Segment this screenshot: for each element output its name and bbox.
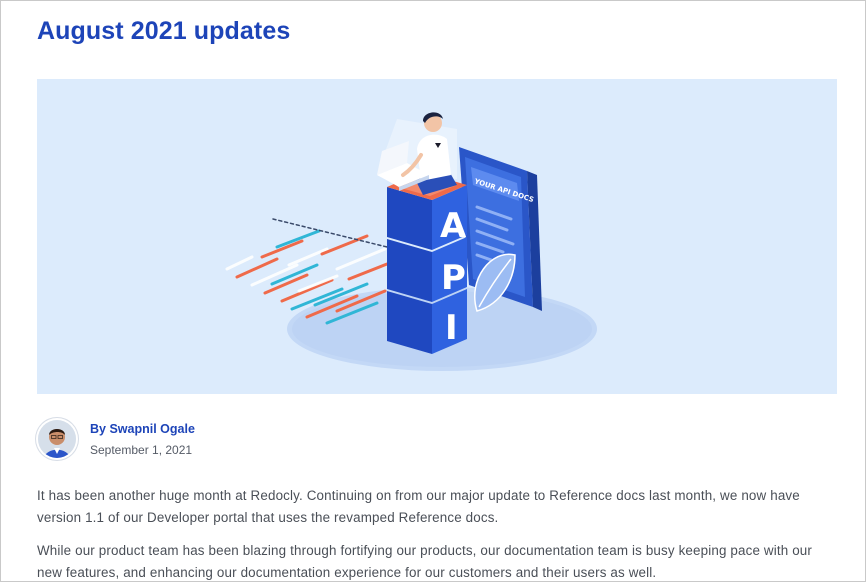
post-title: August 2021 updates <box>37 17 291 45</box>
post-paragraph-2: While our product team has been blazing … <box>37 543 813 580</box>
api-blocks: A P I <box>387 172 467 354</box>
author-avatar[interactable] <box>38 420 76 458</box>
post-paragraph-1: It has been another huge month at Redocl… <box>37 488 800 525</box>
post-date: September 1, 2021 <box>90 443 193 457</box>
block-letter-a: A <box>440 206 467 246</box>
developer-figure <box>377 112 457 195</box>
byline-prefix: By <box>90 422 106 436</box>
block-letter-i: I <box>445 308 458 348</box>
author-link[interactable]: By Swapnil Ogale <box>90 422 195 436</box>
data-stream-lines <box>225 218 389 325</box>
api-docs-phone: YOUR API DOCS <box>459 147 542 312</box>
author-block: By Swapnil Ogale September 1, 2021 <box>37 419 437 461</box>
hero-illustration: YOUR API DOCS A P I <box>37 79 837 394</box>
block-letter-p: P <box>441 258 466 298</box>
author-name[interactable]: Swapnil Ogale <box>109 422 194 436</box>
